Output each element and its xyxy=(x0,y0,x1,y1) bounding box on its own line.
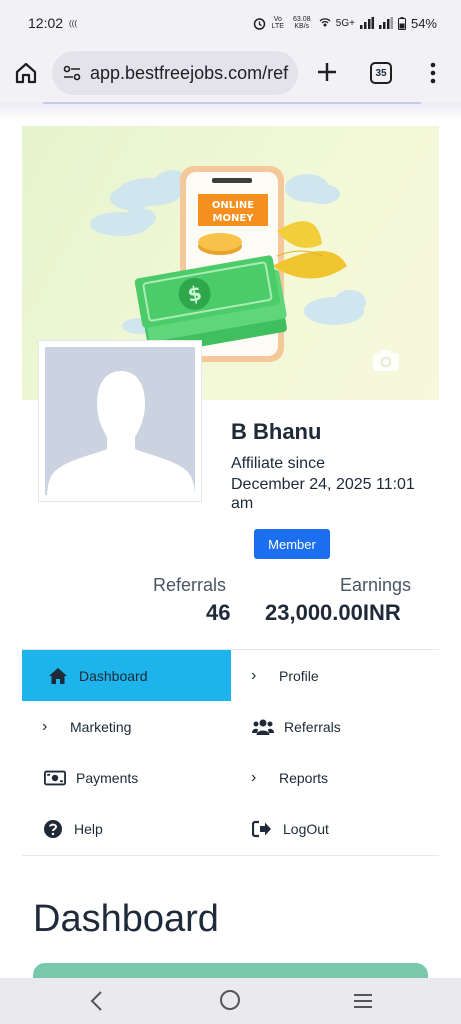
network-speed: 63.08 KB/s xyxy=(293,16,311,30)
alarm-icon xyxy=(253,17,266,30)
menu-item-reports[interactable]: › Reports xyxy=(231,752,439,803)
volte-indicator: Vo LTE xyxy=(271,16,284,30)
money-bill-icon xyxy=(44,768,66,788)
header-divider xyxy=(43,102,421,104)
menu-label-referrals: Referrals xyxy=(284,718,341,735)
recents-icon[interactable] xyxy=(353,993,373,1009)
menu-label-dashboard: Dashboard xyxy=(79,667,148,684)
tab-count: 35 xyxy=(375,67,387,79)
referrals-value: 46 xyxy=(206,600,231,625)
user-silhouette-icon xyxy=(47,371,195,495)
affiliate-date: December 24, 2025 11:01 am xyxy=(231,476,415,512)
menu-item-marketing[interactable]: › Marketing xyxy=(22,701,231,752)
page-title: Dashboard xyxy=(33,898,219,940)
home-nav-icon[interactable] xyxy=(220,990,240,1010)
signal-icon-2 xyxy=(378,17,393,29)
menu-item-help[interactable]: Help xyxy=(22,803,231,854)
menu-item-payments[interactable]: Payments xyxy=(22,752,231,803)
menu-label-logout: LogOut xyxy=(283,820,329,837)
menu-label-payments: Payments xyxy=(76,769,139,786)
back-icon[interactable] xyxy=(88,990,106,1012)
system-nav-bar xyxy=(0,978,461,1024)
affiliate-since-label: Affiliate since xyxy=(231,455,325,472)
sign-text-online: ONLINE xyxy=(212,200,254,211)
tabs-button[interactable]: 35 xyxy=(370,62,392,84)
chevron-right-icon: › xyxy=(251,768,257,786)
url-text[interactable]: app.bestfreejobs.com/ref xyxy=(90,63,288,84)
camera-icon[interactable] xyxy=(372,348,400,372)
address-bar[interactable]: app.bestfreejobs.com/ref xyxy=(52,51,298,95)
avatar-placeholder xyxy=(45,347,195,495)
hotspot-icon xyxy=(319,18,331,27)
earnings-label: Earnings xyxy=(340,575,412,595)
logout-icon xyxy=(251,819,273,839)
menu-label-marketing: Marketing xyxy=(70,718,132,735)
chevron-right-icon: › xyxy=(42,717,48,735)
menu-item-logout[interactable]: LogOut xyxy=(231,803,439,854)
more-vert-icon[interactable] xyxy=(426,61,440,85)
menu-label-profile: Profile xyxy=(279,667,319,684)
question-circle-icon xyxy=(42,819,64,839)
signal-icon-1 xyxy=(359,17,374,29)
header-shadow xyxy=(0,102,461,122)
menu-label-help: Help xyxy=(74,820,103,837)
battery-icon xyxy=(397,16,406,30)
menu-label-reports: Reports xyxy=(279,769,329,786)
member-badge: Member xyxy=(254,529,330,559)
home-icon[interactable] xyxy=(14,61,38,85)
network-type: 5G+ xyxy=(335,17,355,29)
menu-item-profile[interactable]: › Profile xyxy=(231,650,439,701)
user-name: B Bhanu xyxy=(231,419,322,444)
status-bar: 12:02 ((( Vo LTE 63.08 KB/s 5G+ 54% xyxy=(0,0,461,46)
menu-item-dashboard[interactable]: Dashboard xyxy=(22,650,231,701)
users-icon xyxy=(252,717,274,737)
status-time: 12:02 xyxy=(28,15,64,31)
wifi-calling-icon: ((( xyxy=(69,18,78,28)
plus-icon[interactable] xyxy=(316,61,338,83)
status-icons: Vo LTE 63.08 KB/s 5G+ 54% xyxy=(253,16,437,31)
sign-text-money: MONEY xyxy=(213,213,255,224)
battery-percent: 54% xyxy=(410,15,437,31)
menu-item-referrals[interactable]: Referrals xyxy=(231,701,439,752)
referrals-label: Referrals xyxy=(153,575,227,595)
earnings-value: 23,000.00INR xyxy=(265,600,401,625)
menu-divider-bottom xyxy=(22,855,439,856)
chevron-right-icon: › xyxy=(251,666,257,684)
browser-toolbar: app.bestfreejobs.com/ref 35 xyxy=(0,46,461,102)
avatar[interactable] xyxy=(38,340,202,502)
site-settings-icon[interactable] xyxy=(62,63,82,83)
home-icon xyxy=(47,666,69,686)
